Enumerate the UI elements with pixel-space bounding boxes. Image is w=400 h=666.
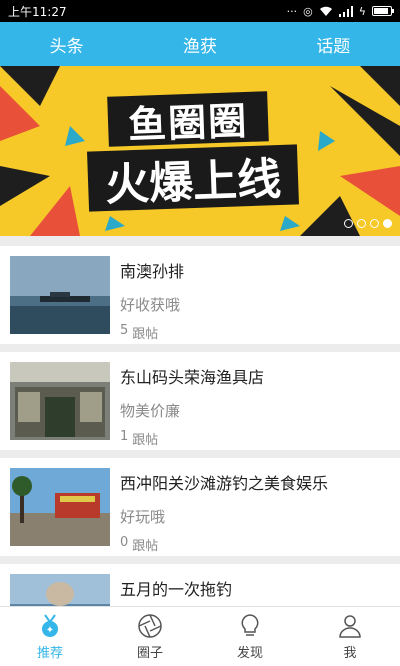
nav-me[interactable]: 我 (300, 607, 400, 666)
pager-dot[interactable] (357, 219, 366, 228)
tab-catch[interactable]: 渔获 (133, 22, 266, 66)
nav-discover[interactable]: 发现 (200, 607, 300, 666)
wifi-icon (319, 6, 332, 16)
reply-count: 1 跟帖 (120, 429, 264, 448)
bottom-nav: ✦ 推荐 圈子 发现 我 (0, 606, 400, 666)
medal-icon: ✦ (42, 613, 58, 637)
pager-dot[interactable] (344, 219, 353, 228)
banner-line-1: 鱼圈圈 (107, 91, 269, 147)
person-icon (339, 614, 361, 638)
tab-headlines[interactable]: 头条 (0, 22, 133, 66)
feed-item[interactable]: 东山码头荣海渔具店 物美价廉 1 跟帖 (0, 352, 400, 450)
nav-recommend[interactable]: ✦ 推荐 (0, 607, 100, 666)
nav-label: 发现 (236, 645, 263, 661)
reply-count-label: 跟帖 (132, 433, 159, 448)
aperture-icon (138, 613, 162, 638)
post-title: 东山码头荣海渔具店 (120, 368, 265, 387)
reply-count: 0 跟帖 (120, 535, 328, 554)
tab-topics[interactable]: 话题 (267, 22, 400, 66)
post-title: 南澳孙排 (120, 262, 185, 281)
battery-icon (372, 6, 394, 16)
banner-line-2: 火爆上线 (87, 144, 299, 212)
sync-icon: ◎ (303, 4, 313, 18)
status-bar: 上午11:27 ··· ◎ ϟ (0, 0, 400, 22)
post-thumbnail (10, 256, 110, 334)
feed-item[interactable]: 南澳孙排 好收获哦 5 跟帖 (0, 246, 400, 344)
reply-count-value: 5 (120, 323, 129, 338)
post-subtitle: 好玩哦 (120, 508, 166, 526)
top-tab-bar: 头条 渔获 话题 (0, 22, 400, 66)
feed-item[interactable]: 西冲阳关沙滩游钓之美食娱乐 好玩哦 0 跟帖 (0, 458, 400, 556)
post-title: 五月的一次拖钓 (120, 580, 233, 599)
status-icons: ··· ◎ ϟ (286, 4, 394, 18)
reply-count-label: 跟帖 (132, 539, 159, 554)
nav-label: 圈子 (136, 645, 163, 661)
pager-dot-active[interactable] (383, 219, 392, 228)
post-thumbnail (10, 468, 110, 546)
reply-count-value: 1 (120, 429, 129, 444)
status-time: 上午11:27 (8, 4, 67, 19)
dots-icon: ··· (286, 4, 298, 18)
svg-text:✦: ✦ (46, 625, 54, 636)
pager-dot[interactable] (370, 219, 379, 228)
nav-circle[interactable]: 圈子 (100, 607, 200, 666)
promo-banner[interactable]: 鱼圈圈 火爆上线 (0, 66, 400, 236)
banner-pager (344, 219, 392, 228)
post-subtitle: 好收获哦 (120, 296, 181, 314)
nav-label: 推荐 (36, 645, 63, 661)
post-thumbnail (10, 362, 110, 440)
banner-headline: 鱼圈圈 火爆上线 (87, 88, 308, 212)
post-title: 西冲阳关沙滩游钓之美食娱乐 (120, 474, 329, 493)
nav-label: 我 (343, 645, 357, 661)
reply-count-label: 跟帖 (132, 327, 159, 342)
reply-count: 5 跟帖 (120, 323, 184, 342)
lightbulb-icon (241, 613, 259, 636)
signal-icon (338, 5, 353, 17)
charging-icon: ϟ (358, 4, 366, 18)
reply-count-value: 0 (120, 535, 129, 550)
post-subtitle: 物美价廉 (120, 402, 181, 420)
